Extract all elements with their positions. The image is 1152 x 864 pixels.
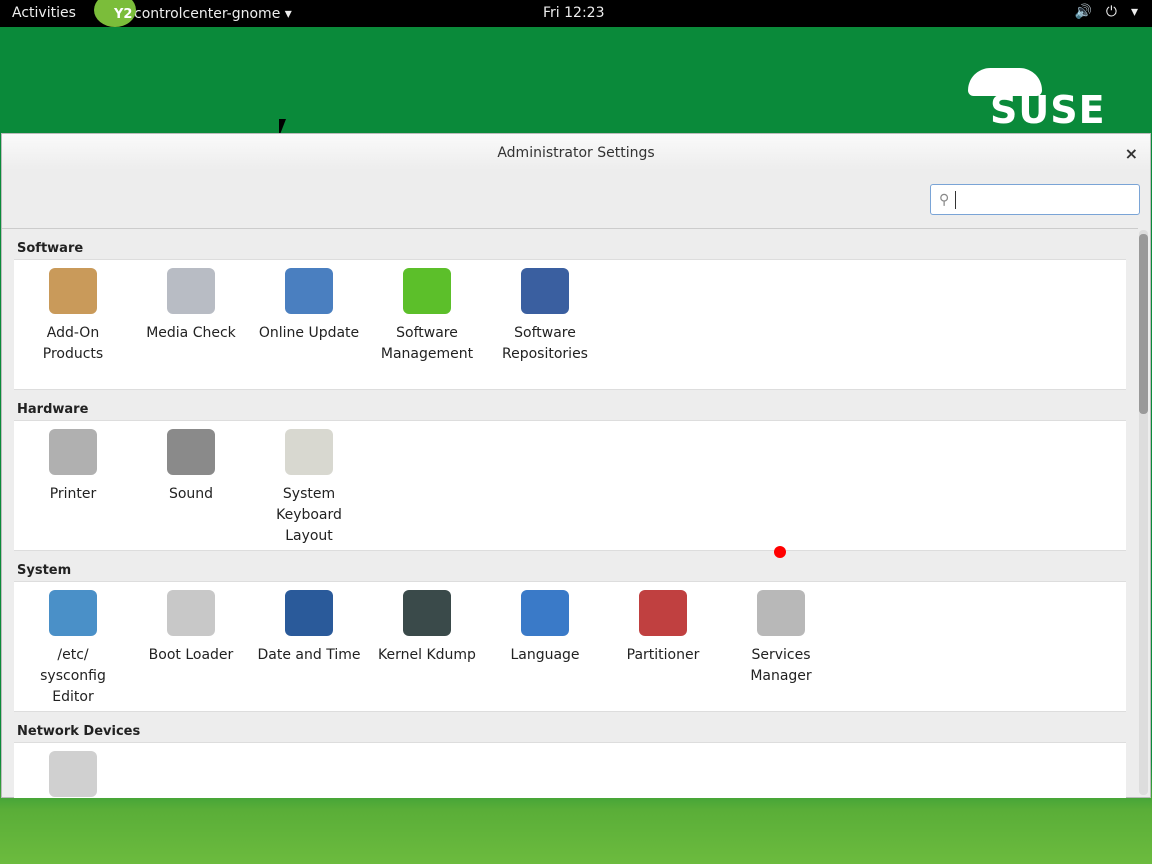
yast-icon: Y2 xyxy=(94,0,136,27)
module-item[interactable]: Boot Loader xyxy=(132,582,250,711)
module-label: Online Update xyxy=(258,325,360,341)
module-item[interactable]: Language xyxy=(486,582,604,711)
module-label: Media Check xyxy=(146,325,236,341)
section-system: /etc/ sysconfig Editor Boot Loader Date an… xyxy=(14,581,1126,712)
module-label: Add-On Products xyxy=(42,325,104,362)
volume-icon[interactable]: 🔊 xyxy=(1074,4,1091,20)
module-label: /etc/ sysconfig Editor xyxy=(40,647,106,705)
floppy-disc-icon xyxy=(521,268,569,314)
logo-text: SUSE xyxy=(990,88,1106,132)
module-item[interactable]: Sound xyxy=(132,421,250,550)
search-input[interactable] xyxy=(955,190,1126,209)
module-label: Software Management xyxy=(380,325,474,362)
module-label: Kernel Kdump xyxy=(378,647,476,663)
top-bar: Activities Y2 controlcenter-gnome ▾ Fri … xyxy=(0,0,1152,27)
module-item[interactable]: Services Manager xyxy=(722,582,840,711)
module-label: System Keyboard Layout xyxy=(276,486,342,544)
section-header: Hardware xyxy=(17,402,89,417)
module-item[interactable]: Partitioner xyxy=(604,582,722,711)
section-header: Software xyxy=(17,241,84,256)
system-tray[interactable]: 🔊 ⏻ ▾ xyxy=(1074,4,1138,20)
module-label: Language xyxy=(510,647,580,663)
section-header: Network Devices xyxy=(17,724,141,739)
package-box-icon xyxy=(49,268,97,314)
power-button-icon xyxy=(167,590,215,636)
software-package-icon xyxy=(403,268,451,314)
flag-icon xyxy=(521,590,569,636)
close-button[interactable]: × xyxy=(1125,144,1138,163)
keyboard-icon xyxy=(285,429,333,475)
red-dot-indicator xyxy=(774,546,786,558)
app-badge: Y2 xyxy=(114,6,133,22)
module-item[interactable]: Printer xyxy=(14,421,132,550)
module-label: Date and Time xyxy=(257,647,361,663)
module-label: Sound xyxy=(168,486,214,502)
module-item[interactable]: Media Check xyxy=(132,260,250,389)
app-menu[interactable]: Y2 controlcenter-gnome ▾ xyxy=(94,0,292,27)
modules-list: Software Add-On Products Media Check Online… xyxy=(2,228,1138,798)
world-clock-icon xyxy=(285,590,333,636)
module-item[interactable]: Online Update xyxy=(250,260,368,389)
module-item[interactable]: Network xyxy=(14,743,132,798)
module-label: Boot Loader xyxy=(148,647,234,663)
app-name: controlcenter-gnome ▾ xyxy=(134,5,292,22)
search-field[interactable]: ⚲ xyxy=(930,184,1140,215)
module-label: Services Manager xyxy=(750,647,812,684)
section-network-devices: Network xyxy=(14,742,1126,798)
clock[interactable]: Fri 12:23 xyxy=(543,5,604,21)
printer-icon xyxy=(49,429,97,475)
scrollbar[interactable] xyxy=(1139,230,1148,795)
module-item[interactable]: Add-On Products xyxy=(14,260,132,389)
admin-settings-window: Administrator Settings × ⚲ Software Add-O… xyxy=(1,133,1151,798)
activities-button[interactable]: Activities xyxy=(12,5,76,21)
section-hardware: Printer Sound System Keyboard Layout xyxy=(14,420,1126,551)
section-header: System xyxy=(17,563,72,578)
module-item[interactable]: System Keyboard Layout xyxy=(250,421,368,550)
module-item[interactable]: Software Management xyxy=(368,260,486,389)
disc-magnifier-icon xyxy=(167,268,215,314)
window-title: Administrator Settings xyxy=(2,134,1150,170)
search-icon: ⚲ xyxy=(939,191,950,208)
section-software: Add-On Products Media Check Online Update S… xyxy=(14,259,1126,390)
globe-update-icon xyxy=(285,268,333,314)
network-plug-icon xyxy=(49,751,97,797)
module-item[interactable]: /etc/ sysconfig Editor xyxy=(14,582,132,711)
disk-pie-icon xyxy=(639,590,687,636)
module-label: Printer xyxy=(49,486,97,502)
power-icon[interactable]: ⏻ xyxy=(1106,4,1117,20)
module-item[interactable]: Software Repositories xyxy=(486,260,604,389)
shuttle-icon xyxy=(757,590,805,636)
speaker-icon xyxy=(167,429,215,475)
wrench-tools-icon xyxy=(49,590,97,636)
module-label: Partitioner xyxy=(626,647,700,663)
module-item[interactable]: Kernel Kdump xyxy=(368,582,486,711)
chevron-down-icon[interactable]: ▾ xyxy=(1131,4,1138,20)
scrollbar-thumb[interactable] xyxy=(1139,234,1148,414)
module-label: Software Repositories xyxy=(502,325,588,362)
monitor-terminal-icon xyxy=(403,590,451,636)
module-item[interactable]: Date and Time xyxy=(250,582,368,711)
